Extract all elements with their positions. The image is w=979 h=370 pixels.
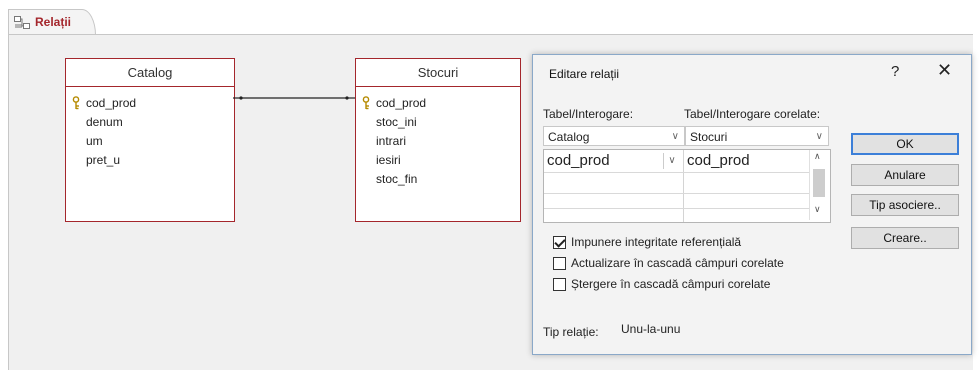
cascade-update-label: Actualizare în cascadă câmpuri corelate	[571, 256, 784, 270]
tab-strip: Relații	[0, 0, 979, 36]
field-stoc-ini[interactable]: stoc_ini	[376, 115, 417, 129]
scroll-thumb[interactable]	[813, 169, 825, 197]
tab-relatii[interactable]: Relații	[8, 9, 96, 36]
left-field-value: cod_prod	[547, 152, 610, 169]
related-table-select[interactable]: Stocuri ∨	[685, 126, 829, 146]
relationships-icon	[14, 16, 30, 29]
chevron-down-icon: ∨	[671, 131, 679, 142]
ok-button[interactable]: OK	[851, 133, 959, 155]
cancel-button[interactable]: Anulare	[851, 164, 959, 186]
field-um[interactable]: um	[86, 134, 103, 148]
related-table-label: Tabel/Interogare corelate:	[684, 107, 821, 121]
related-table-select-value: Stocuri	[690, 130, 728, 144]
chevron-down-icon: ∨	[815, 131, 823, 142]
field-stoc-fin[interactable]: stoc_fin	[376, 172, 417, 186]
catalog-table-title[interactable]: Catalog	[66, 59, 234, 87]
chevron-down-icon[interactable]: ∨	[663, 153, 680, 169]
primary-key-icon	[72, 96, 80, 110]
cascade-delete-label: Ștergere în cascadă câmpuri corelate	[571, 277, 771, 291]
relation-type-value: Unu-la-unu	[621, 322, 681, 336]
right-field-cell[interactable]: cod_prod	[684, 150, 810, 172]
help-button[interactable]: ?	[891, 63, 899, 80]
scroll-down-icon[interactable]: ∨	[814, 204, 821, 215]
field-denum[interactable]: denum	[86, 115, 123, 129]
stocuri-table-title[interactable]: Stocuri	[356, 59, 520, 87]
field-intrari[interactable]: intrari	[376, 134, 406, 148]
create-button[interactable]: Creare..	[851, 227, 959, 249]
field-pret-u[interactable]: pret_u	[86, 153, 120, 167]
field-iesiri[interactable]: iesiri	[376, 153, 401, 167]
stocuri-table[interactable]: Stocuri cod_prod stoc_ini intrari iesiri…	[355, 58, 521, 222]
primary-key-icon	[362, 96, 370, 110]
table-label: Tabel/Interogare:	[543, 107, 634, 121]
enforce-integrity-checkbox[interactable]	[553, 236, 566, 249]
dialog-title: Editare relații	[549, 67, 620, 81]
field-cod-prod[interactable]: cod_prod	[376, 96, 426, 110]
right-field-value: cod_prod	[687, 152, 750, 169]
cascade-delete-checkbox[interactable]	[553, 278, 566, 291]
catalog-table[interactable]: Catalog cod_prod denum um pret_u	[65, 58, 235, 222]
grid-row-divider	[544, 208, 810, 209]
scroll-up-icon[interactable]: ∧	[814, 151, 821, 162]
cascade-update-checkbox[interactable]	[553, 257, 566, 270]
edit-relationships-dialog: Editare relații ? ✕ Tabel/Interogare: Ta…	[532, 54, 972, 355]
field-cod-prod[interactable]: cod_prod	[86, 96, 136, 110]
grid-row-divider	[544, 172, 810, 173]
enforce-integrity-label: Impunere integritate referențială	[571, 235, 742, 249]
table-select[interactable]: Catalog ∨	[543, 126, 685, 146]
grid-scrollbar[interactable]: ∧ ∨	[809, 150, 828, 220]
tab-label: Relații	[35, 15, 72, 29]
grid-row-divider	[544, 193, 810, 194]
field-mapping-grid: cod_prod ∨ cod_prod	[543, 149, 831, 223]
table-select-value: Catalog	[548, 130, 590, 144]
relation-type-label: Tip relație:	[543, 325, 599, 339]
close-icon[interactable]: ✕	[937, 60, 952, 81]
relationship-line[interactable]	[233, 92, 355, 104]
join-type-button[interactable]: Tip asociere..	[851, 194, 959, 216]
